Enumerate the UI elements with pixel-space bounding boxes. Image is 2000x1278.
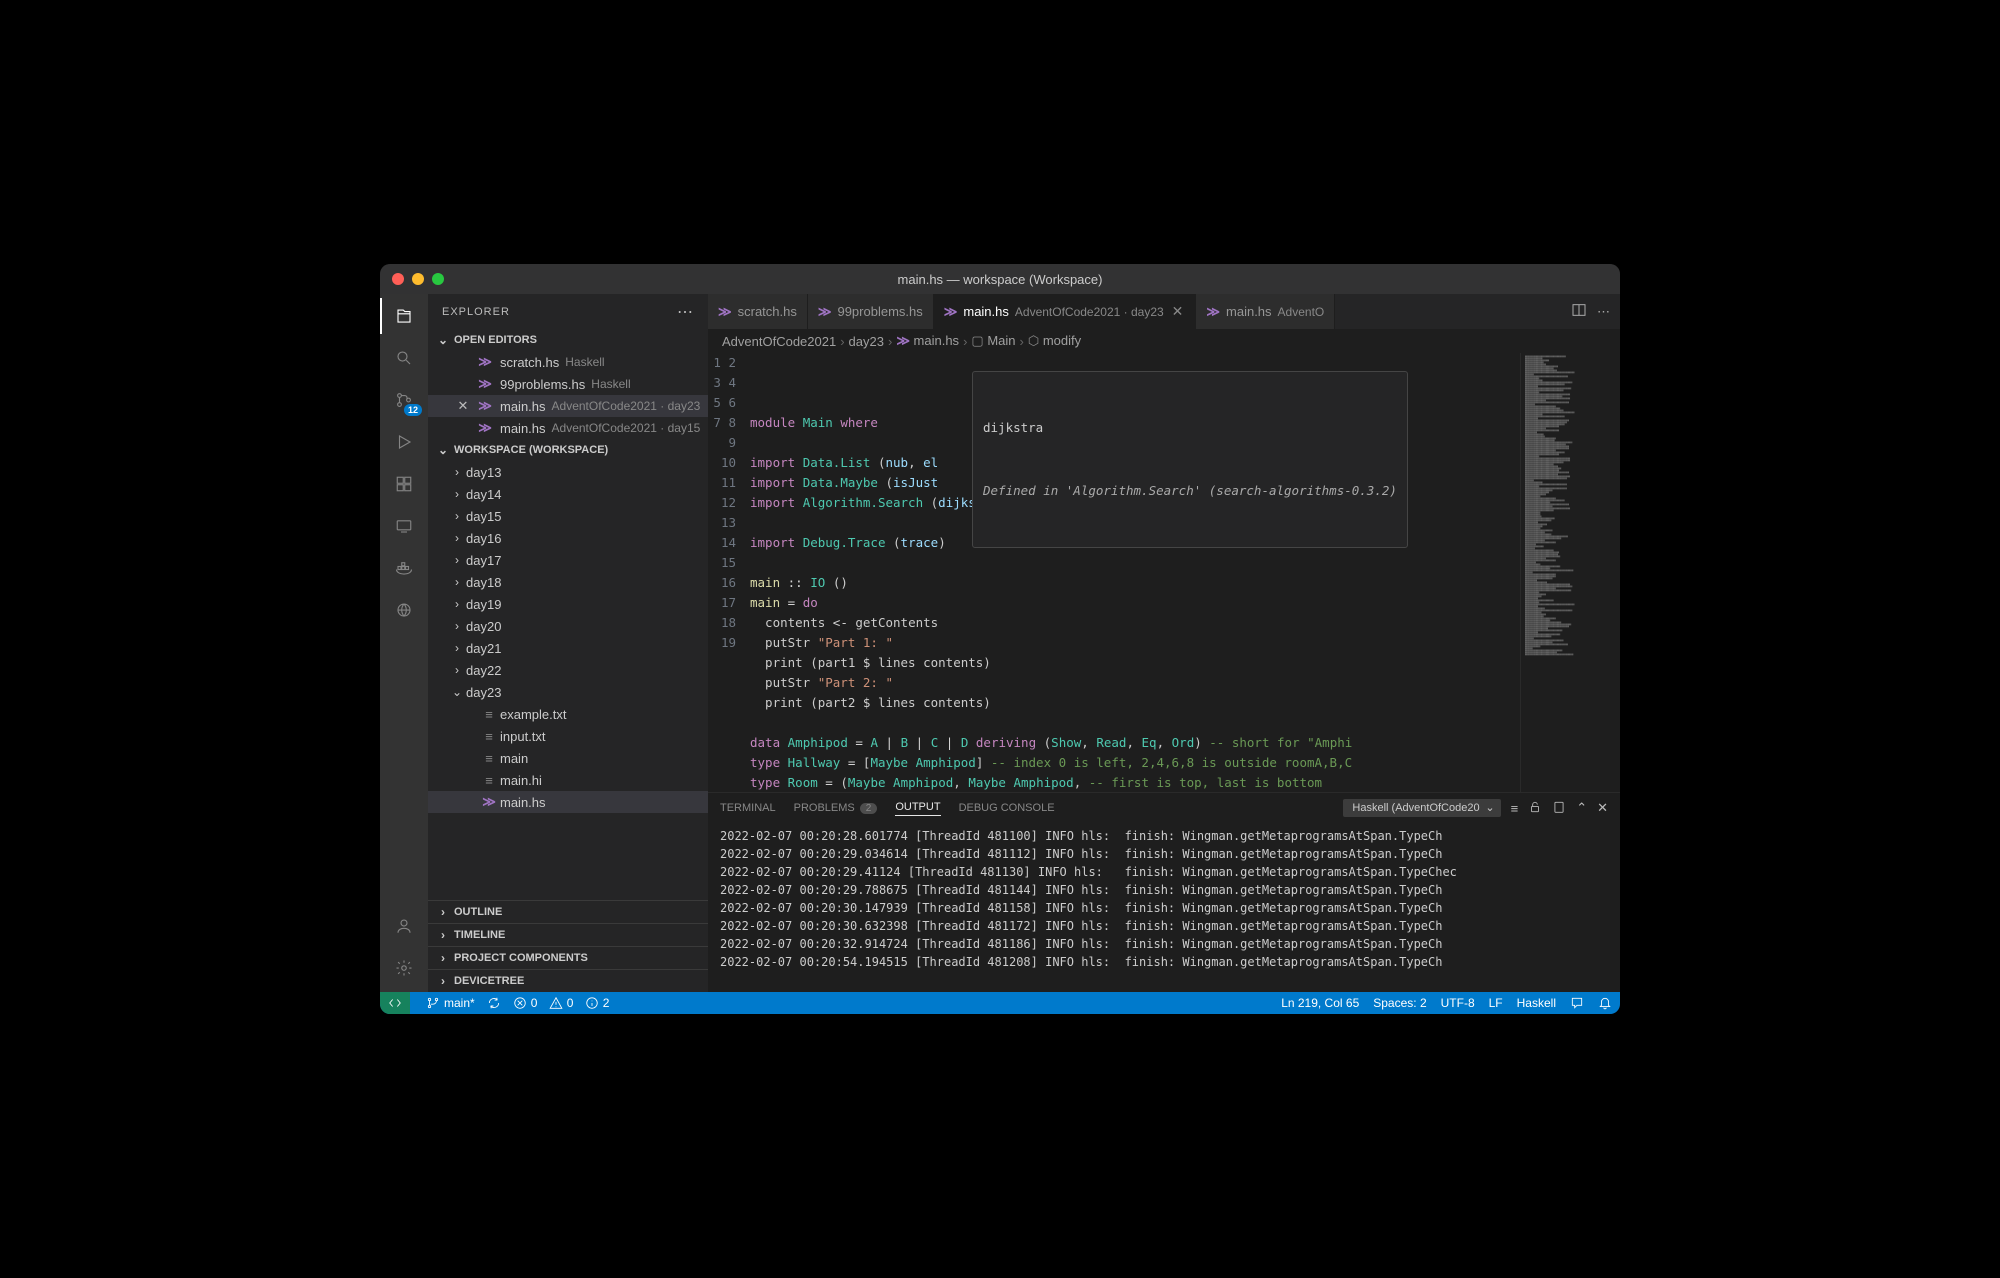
close-panel-icon[interactable]: ✕ [1597,800,1608,816]
remote-indicator[interactable] [380,992,410,1014]
workspace-section[interactable]: ⌄WORKSPACE (WORKSPACE) [428,439,708,461]
settings-icon[interactable] [392,956,416,980]
output-channel-select[interactable]: Haskell (AdventOfCode20 [1343,799,1500,817]
indentation[interactable]: Spaces: 2 [1373,996,1426,1010]
breadcrumbs[interactable]: AdventOfCode2021›day23›≫ main.hs›▢ Main›… [708,329,1620,353]
breadcrumb-item[interactable]: day23 [849,334,884,349]
output-content[interactable]: 2022-02-07 00:20:28.601774 [ThreadId 481… [708,823,1620,992]
file-item[interactable]: ≫main.hs [428,791,708,813]
folder-item[interactable]: ›day18 [428,571,708,593]
activity-bar: 12 [380,294,428,992]
cursor-position[interactable]: Ln 219, Col 65 [1281,996,1359,1010]
notifications-icon[interactable] [1598,996,1612,1010]
open-editor-item[interactable]: ≫scratch.hs Haskell [428,351,708,373]
docker-icon[interactable] [392,556,416,580]
file-item[interactable]: ≡example.txt [428,703,708,725]
open-editor-item[interactable]: ≫main.hs AdventOfCode2021 · day15 [428,417,708,439]
sidebar-section-outline[interactable]: ›OUTLINE [428,900,708,923]
line-gutter: 1 2 3 4 5 6 7 8 9 10 11 12 13 14 15 16 1… [708,353,750,792]
encoding[interactable]: UTF-8 [1441,996,1475,1010]
close-tab-icon[interactable]: ✕ [1170,303,1186,320]
close-window-button[interactable] [392,273,404,285]
lock-icon[interactable] [1528,800,1542,817]
feedback-icon[interactable] [1570,996,1584,1010]
scm-badge: 12 [404,404,422,416]
editor-tab[interactable]: ≫main.hsAdventO [1196,294,1335,329]
editor[interactable]: 1 2 3 4 5 6 7 8 9 10 11 12 13 14 15 16 1… [708,353,1620,792]
git-branch[interactable]: main* [426,996,475,1010]
code-area[interactable]: module Main where import Data.List (nub,… [750,353,1520,792]
extensions-icon[interactable] [392,472,416,496]
bottom-panel: TERMINAL PROBLEMS2 OUTPUT DEBUG CONSOLE … [708,792,1620,992]
folder-item[interactable]: ›day16 [428,527,708,549]
folder-item[interactable]: ›day22 [428,659,708,681]
explorer-icon[interactable] [392,304,416,328]
source-control-icon[interactable]: 12 [392,388,416,412]
more-actions-icon[interactable]: ⋯ [1597,304,1610,320]
open-editors-section[interactable]: ⌄OPEN EDITORS [428,329,708,351]
window-body: 12 EXPLORER ⋯ ⌄OPEN EDITORS ≫scratch.hs … [380,294,1620,992]
split-editor-icon[interactable] [1571,302,1587,321]
file-item[interactable]: ≡input.txt [428,725,708,747]
account-icon[interactable] [392,914,416,938]
language-mode[interactable]: Haskell [1517,996,1556,1010]
folder-item[interactable]: ›day20 [428,615,708,637]
folder-item[interactable]: ›day13 [428,461,708,483]
maximize-window-button[interactable] [432,273,444,285]
clear-icon[interactable] [1552,800,1566,817]
window-title: main.hs — workspace (Workspace) [380,272,1620,287]
folder-item[interactable]: ›day14 [428,483,708,505]
sync-icon[interactable] [487,996,501,1010]
remote-explorer-icon[interactable] [392,514,416,538]
file-item[interactable]: ≡main [428,747,708,769]
sidebar-section-devicetree[interactable]: ›DEVICETREE [428,969,708,992]
tab-output[interactable]: OUTPUT [895,801,940,816]
editor-tab[interactable]: ≫99problems.hs [808,294,934,329]
hover-desc: Defined in 'Algorithm.Search' (search-al… [983,481,1397,501]
breadcrumb-item[interactable]: ▢ Main [971,333,1015,349]
folder-item[interactable]: ›day19 [428,593,708,615]
hover-tooltip: dijkstra Defined in 'Algorithm.Search' (… [972,371,1408,548]
problems-status[interactable]: 0 0 2 [513,996,610,1010]
tab-terminal[interactable]: TERMINAL [720,802,776,814]
folder-item[interactable]: ›day17 [428,549,708,571]
folder-item[interactable]: ›day21 [428,637,708,659]
titlebar: main.hs — workspace (Workspace) [380,264,1620,294]
hover-name: dijkstra [983,418,1397,438]
sidebar: EXPLORER ⋯ ⌄OPEN EDITORS ≫scratch.hs Has… [428,294,708,992]
traffic-lights [380,273,444,285]
editor-group: ≫scratch.hs≫99problems.hs≫main.hsAdventO… [708,294,1620,992]
eol[interactable]: LF [1489,996,1503,1010]
live-share-icon[interactable] [392,598,416,622]
folder-item[interactable]: ⌄day23 [428,681,708,703]
expand-panel-icon[interactable]: ⌃ [1576,800,1587,816]
run-debug-icon[interactable] [392,430,416,454]
open-editor-item[interactable]: ✕≫main.hs AdventOfCode2021 · day23 [428,395,708,417]
sidebar-section-timeline[interactable]: ›TIMELINE [428,923,708,946]
editor-tab[interactable]: ≫main.hsAdventOfCode2021 · day23✕ [934,294,1197,329]
tab-problems[interactable]: PROBLEMS2 [794,802,878,814]
folder-item[interactable]: ›day15 [428,505,708,527]
status-bar: main* 0 0 2 Ln 219, Col 65 Spaces: 2 UTF… [380,992,1620,1014]
search-icon[interactable] [392,346,416,370]
sidebar-more-icon[interactable]: ⋯ [677,302,694,322]
sidebar-header: EXPLORER ⋯ [428,294,708,329]
breadcrumb-item[interactable]: ≫ main.hs [896,333,959,349]
filter-icon[interactable]: ≡ [1511,801,1519,816]
breadcrumb-item[interactable]: ⬡ modify [1028,333,1081,349]
minimize-window-button[interactable] [412,273,424,285]
sidebar-title: EXPLORER [442,306,510,318]
vscode-window: main.hs — workspace (Workspace) 12 EXPLO… [380,264,1620,1014]
file-item[interactable]: ≡main.hi [428,769,708,791]
minimap[interactable]: █████████████████████████████████████ ██… [1520,353,1620,792]
editor-tabs: ≫scratch.hs≫99problems.hs≫main.hsAdventO… [708,294,1620,329]
tab-debug-console[interactable]: DEBUG CONSOLE [959,802,1055,814]
sidebar-section-project components[interactable]: ›PROJECT COMPONENTS [428,946,708,969]
panel-tabs: TERMINAL PROBLEMS2 OUTPUT DEBUG CONSOLE … [708,793,1620,823]
editor-tab[interactable]: ≫scratch.hs [708,294,808,329]
open-editor-item[interactable]: ≫99problems.hs Haskell [428,373,708,395]
breadcrumb-item[interactable]: AdventOfCode2021 [722,334,836,349]
